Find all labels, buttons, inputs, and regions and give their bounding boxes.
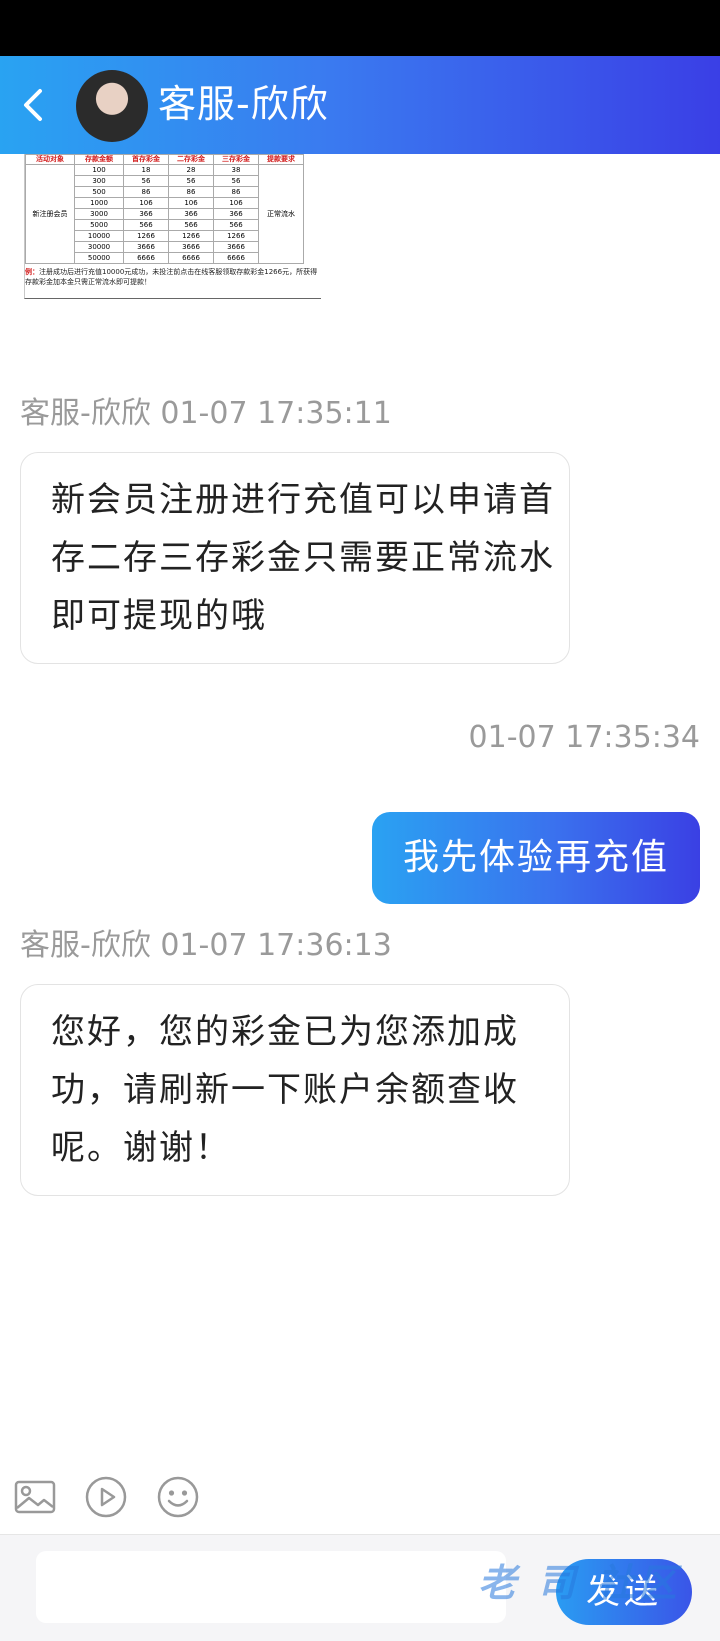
message-time: 01-07 17:36:13: [160, 928, 392, 963]
message-meta: 01-07 17:35:34: [469, 718, 700, 758]
promo-cell: 56: [123, 175, 169, 187]
promo-cell: 50000: [74, 252, 124, 264]
promo-cell: 28: [168, 164, 214, 176]
status-bar: [0, 0, 720, 56]
send-button[interactable]: 发送: [556, 1559, 692, 1625]
promo-cell: 3666: [123, 241, 169, 253]
promo-header: 首存彩金: [123, 154, 169, 165]
emoji-button[interactable]: [155, 1474, 201, 1520]
promo-cell: 566: [168, 219, 214, 231]
play-icon: [85, 1476, 127, 1518]
promo-cell: 5000: [74, 219, 124, 231]
chat-header: 客服-欣欣: [0, 56, 720, 154]
promo-cell: 3666: [213, 241, 259, 253]
promo-cell: 106: [123, 197, 169, 209]
message-bubble-received[interactable]: 您好，您的彩金已为您添加成功，请刷新一下账户余额查收呢。谢谢！: [20, 984, 570, 1196]
image-button[interactable]: [12, 1474, 58, 1520]
promo-cell: 366: [213, 208, 259, 220]
promo-header: 存款金额: [74, 154, 124, 165]
page-title: 客服-欣欣: [158, 82, 329, 126]
promo-cell: 1266: [168, 230, 214, 242]
promo-table: 活动对象 存款金额 首存彩金 二存彩金 三存彩金 提款要求 新注册会员 100 …: [25, 154, 304, 264]
promo-cell: 100: [74, 164, 124, 176]
message-bubble-sent[interactable]: 我先体验再充值: [372, 812, 700, 904]
video-button[interactable]: [83, 1474, 129, 1520]
message-time: 01-07 17:35:34: [468, 720, 700, 755]
promo-cell: 6666: [123, 252, 169, 264]
promo-cell: 3666: [168, 241, 214, 253]
back-button[interactable]: [8, 80, 58, 130]
avatar[interactable]: [76, 70, 148, 142]
promo-cell: 10000: [74, 230, 124, 242]
promo-cell: 86: [168, 186, 214, 198]
promo-note: 例：注册成功后进行充值10000元成功，未投注前点击在线客服领取存款彩金1266…: [25, 264, 321, 287]
promo-cell: 566: [123, 219, 169, 231]
promo-target: 新注册会员: [25, 164, 75, 264]
promo-cell: 6666: [213, 252, 259, 264]
promo-cell: 3000: [74, 208, 124, 220]
promo-header: 二存彩金: [168, 154, 214, 165]
promo-cell: 106: [213, 197, 259, 209]
promo-cell: 1266: [213, 230, 259, 242]
promo-cell: 566: [213, 219, 259, 231]
smiley-icon: [157, 1476, 199, 1518]
promo-cell: 56: [168, 175, 214, 187]
promo-image[interactable]: 活动对象 存款金额 首存彩金 二存彩金 三存彩金 提款要求 新注册会员 100 …: [24, 154, 321, 299]
promo-header: 三存彩金: [213, 154, 259, 165]
promo-cell: 366: [168, 208, 214, 220]
promo-cell: 1266: [123, 230, 169, 242]
promo-cell: 86: [213, 186, 259, 198]
image-icon: [14, 1480, 56, 1514]
message-time: 01-07 17:35:11: [160, 396, 392, 431]
chevron-left-icon: [24, 89, 42, 121]
promo-cell: 500: [74, 186, 124, 198]
promo-note-text: 注册成功后进行充值10000元成功，未投注前点击在线客服领取存款彩金1266元，…: [25, 268, 318, 286]
promo-cell: 366: [123, 208, 169, 220]
promo-cell: 56: [213, 175, 259, 187]
message-input[interactable]: [36, 1551, 506, 1623]
promo-cell: 6666: [168, 252, 214, 264]
promo-cell: 30000: [74, 241, 124, 253]
message-meta: 客服-欣欣 01-07 17:35:11: [20, 394, 392, 434]
message-bubble-received[interactable]: 新会员注册进行充值可以申请首存二存三存彩金只需要正常流水即可提现的哦: [20, 452, 570, 664]
promo-cell: 86: [123, 186, 169, 198]
promo-note-prefix: 例：: [25, 268, 39, 276]
promo-cell: 38: [213, 164, 259, 176]
media-toolbar: [0, 1474, 720, 1532]
promo-requirement: 正常流水: [258, 164, 304, 264]
promo-header: 活动对象: [25, 154, 75, 165]
message-meta: 客服-欣欣 01-07 17:36:13: [20, 926, 392, 966]
promo-cell: 106: [168, 197, 214, 209]
promo-cell: 300: [74, 175, 124, 187]
chat-area[interactable]: 活动对象 存款金额 首存彩金 二存彩金 三存彩金 提款要求 新注册会员 100 …: [0, 154, 720, 1534]
promo-header: 提款要求: [258, 154, 304, 165]
message-sender: 客服-欣欣: [20, 928, 151, 963]
input-bar: 发送 老 司 社区: [0, 1534, 720, 1641]
message-sender: 客服-欣欣: [20, 396, 151, 431]
promo-cell: 18: [123, 164, 169, 176]
promo-cell: 1000: [74, 197, 124, 209]
